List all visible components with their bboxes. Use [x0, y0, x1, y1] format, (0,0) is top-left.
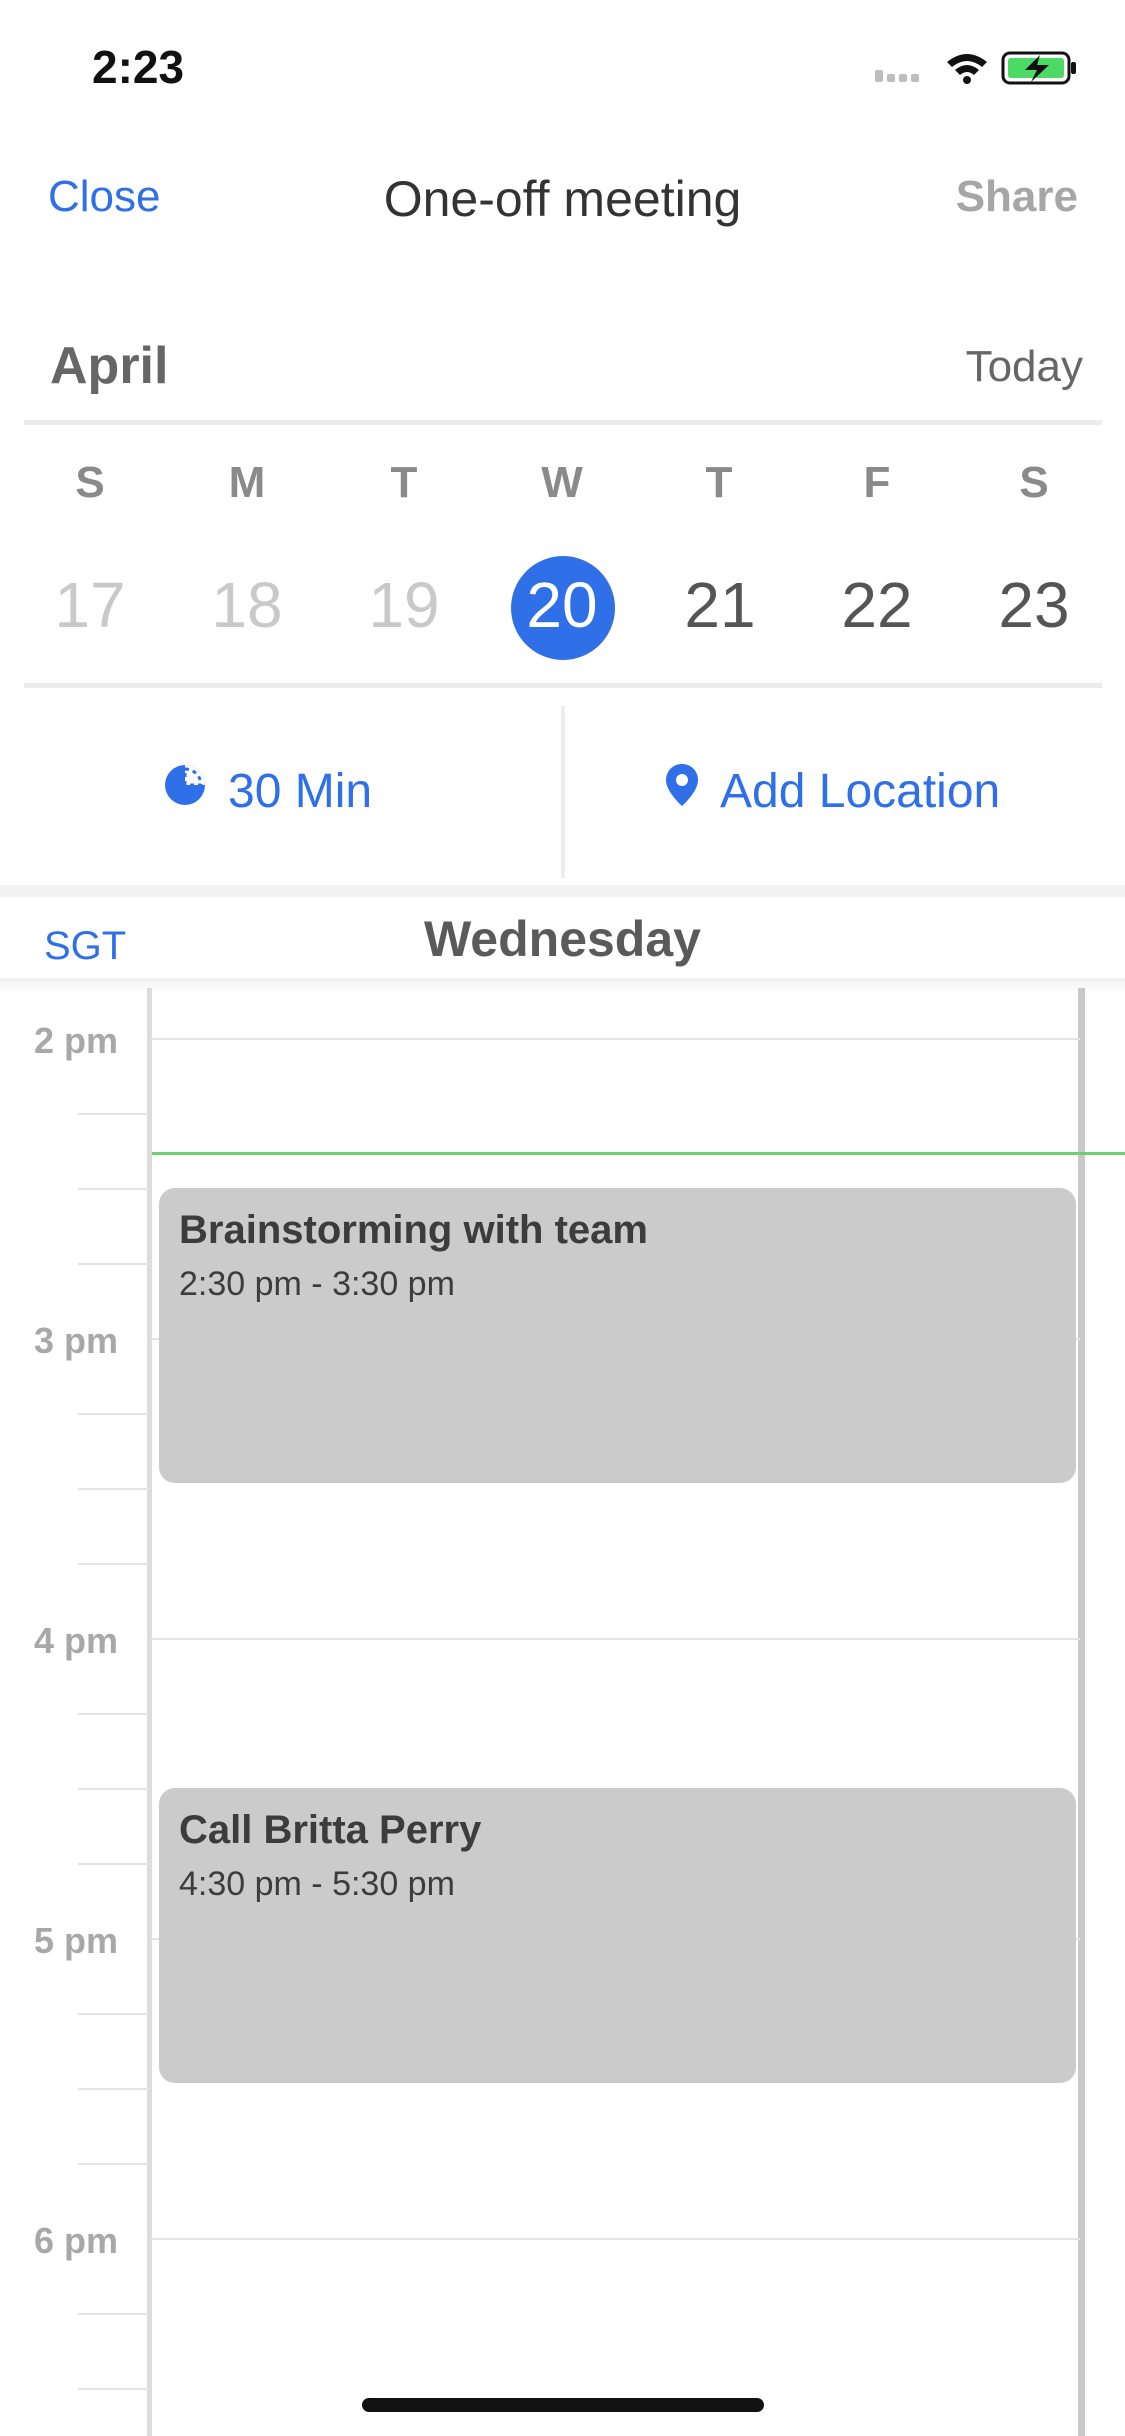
quarter-tick: [78, 2163, 150, 2165]
header-shadow: [0, 978, 1125, 992]
quarter-tick: [78, 1113, 150, 1115]
status-icons: [865, 48, 1085, 88]
weekday-label: W: [541, 458, 583, 507]
wifi-icon: [947, 54, 987, 84]
today-button[interactable]: Today: [966, 342, 1083, 392]
day-19[interactable]: 19: [334, 568, 474, 642]
weekday-label: M: [228, 458, 266, 507]
quarter-tick: [78, 2088, 150, 2090]
quarter-tick: [78, 1413, 150, 1415]
month-label: April: [50, 337, 169, 395]
quarter-tick: [78, 1863, 150, 1865]
share-button[interactable]: Share: [956, 172, 1078, 222]
hour-label: 5 pm: [33, 1920, 118, 1961]
event-time: 4:30 pm - 5:30 pm: [179, 1865, 455, 1903]
quarter-tick: [78, 2313, 150, 2315]
hour-line: [150, 1638, 1080, 1640]
day-20-selected[interactable]: 20: [492, 568, 632, 642]
weekday-label: S: [75, 458, 105, 507]
event-time: 2:30 pm - 3:30 pm: [179, 1265, 455, 1303]
weekday-label: T: [390, 458, 418, 507]
quarter-tick: [78, 1713, 150, 1715]
battery-charging-icon: [1001, 51, 1076, 85]
weekday-label: S: [1019, 458, 1049, 507]
signal-icon: [875, 70, 919, 82]
home-indicator: [362, 2398, 764, 2412]
quarter-tick: [78, 1188, 150, 1190]
timeline-axis: [147, 988, 152, 2436]
add-location-button[interactable]: Add Location: [664, 762, 1000, 820]
current-time-line: [152, 1152, 1125, 1155]
day-23[interactable]: 23: [964, 568, 1104, 642]
section-separator: [0, 885, 1125, 897]
quarter-tick: [78, 1488, 150, 1490]
hour-label: 6 pm: [33, 2220, 118, 2261]
scrollbar[interactable]: [1078, 988, 1085, 2436]
location-pin-icon: [664, 762, 700, 820]
divider: [24, 683, 1102, 688]
divider: [561, 706, 565, 878]
day-22[interactable]: 22: [807, 568, 947, 642]
duration-label: 30 Min: [228, 764, 373, 818]
day-18[interactable]: 18: [177, 568, 317, 642]
quarter-tick: [78, 2388, 150, 2390]
timer-icon: [162, 762, 208, 820]
hour-label: 4 pm: [33, 1620, 118, 1661]
day-title: Wednesday: [424, 911, 701, 967]
duration-button[interactable]: 30 Min: [162, 762, 372, 820]
day-21[interactable]: 21: [650, 568, 790, 642]
event-block[interactable]: Brainstorming with team 2:30 pm - 3:30 p…: [159, 1188, 1076, 1483]
hour-label: 2 pm: [33, 1020, 118, 1061]
quarter-tick: [78, 1563, 150, 1565]
hour-label: 3 pm: [33, 1320, 118, 1361]
hour-line: [150, 1038, 1080, 1040]
quarter-tick: [78, 2013, 150, 2015]
weekday-label: F: [863, 458, 891, 507]
hour-line: [150, 2238, 1080, 2240]
event-title: Call Britta Perry: [179, 1808, 482, 1852]
weekday-label: T: [705, 458, 733, 507]
quarter-tick: [78, 1788, 150, 1790]
day-17[interactable]: 17: [20, 568, 160, 642]
divider: [24, 420, 1102, 425]
quarter-tick: [78, 1263, 150, 1265]
event-block[interactable]: Call Britta Perry 4:30 pm - 5:30 pm: [159, 1788, 1076, 2083]
event-title: Brainstorming with team: [179, 1208, 648, 1252]
status-time: 2:23: [92, 41, 185, 93]
location-label: Add Location: [720, 764, 1001, 818]
